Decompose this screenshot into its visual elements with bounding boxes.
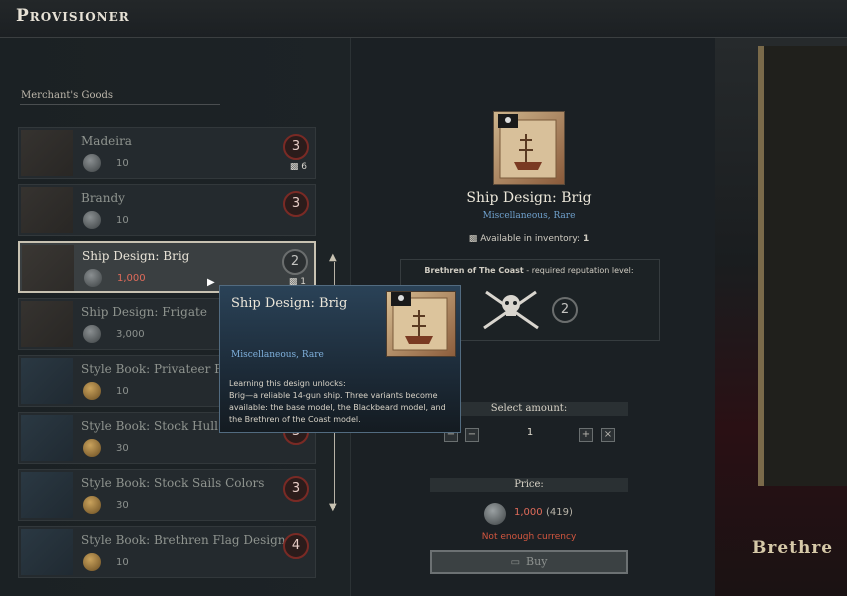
faction-name: Brethren of The Coast — [424, 266, 524, 275]
scroll-down-icon[interactable]: ▼ — [329, 502, 337, 513]
tooltip-description: Learning this design unlocks: Brig—a rel… — [229, 378, 453, 426]
silver-coin-icon — [84, 269, 102, 287]
item-name: Style Book: Stock Sails Colors — [81, 476, 265, 490]
gold-coin-icon — [83, 496, 101, 514]
item-price: 3,000 — [116, 329, 145, 340]
portrait-frame — [758, 46, 847, 486]
reputation-level-badge: 3 — [283, 191, 309, 217]
item-name: Ship Design: Frigate — [81, 305, 207, 319]
skull-crossed-swords-icon — [476, 284, 546, 334]
faction-banner: Brethre — [752, 538, 834, 558]
gold-coin-icon — [83, 382, 101, 400]
item-name: Brandy — [81, 191, 125, 205]
reputation-label: Brethren of The Coast - required reputat… — [400, 266, 658, 275]
list-item[interactable]: Style Book: Stock Sails Colors 30 3 — [18, 469, 316, 521]
decrease-quantity-button[interactable]: − — [465, 428, 479, 442]
item-price: 10 — [116, 386, 129, 397]
silver-coin-icon — [83, 211, 101, 229]
blueprint-icon — [22, 245, 74, 291]
book-icon — [21, 529, 73, 575]
tooltip-rarity: Miscellaneous, Rare — [231, 350, 324, 360]
price-value: 1,000 — [514, 507, 543, 518]
book-icon — [21, 358, 73, 404]
item-price: 10 — [116, 557, 129, 568]
inventory-count: ▩ 6 — [290, 162, 307, 172]
item-price: 10 — [116, 215, 129, 226]
page-title: Provisioner — [16, 6, 130, 26]
item-price: 10 — [116, 158, 129, 169]
item-price: 1,000 — [117, 273, 146, 284]
reputation-level-badge: 2 — [552, 297, 578, 323]
item-name: Ship Design: Brig — [82, 249, 190, 263]
inventory-value: 1 — [582, 234, 590, 244]
ship-design-image — [493, 111, 565, 185]
book-icon — [21, 472, 73, 518]
price-label: Price: — [430, 478, 628, 492]
barrel-icon — [21, 187, 73, 233]
gold-coin-icon — [83, 439, 101, 457]
reputation-level-badge: 4 — [283, 533, 309, 559]
reputation-text: - required reputation level: — [523, 266, 634, 275]
blueprint-icon — [21, 301, 73, 347]
list-item[interactable]: Brandy 10 3 — [18, 184, 316, 236]
tooltip-description-heading: Learning this design unlocks: — [229, 379, 346, 388]
item-price: 30 — [116, 500, 129, 511]
section-label: Merchant's Goods — [21, 90, 114, 101]
silver-coin-icon — [484, 503, 506, 525]
buy-label: Buy — [526, 555, 548, 568]
inventory-label: Available in inventory: — [480, 234, 583, 244]
quantity-input[interactable]: 1 — [500, 427, 560, 438]
item-rarity: Miscellaneous, Rare — [482, 211, 576, 221]
item-name: Style Book: Brethren Flag Designs — [81, 533, 292, 547]
gold-coin-icon — [83, 553, 101, 571]
bottle-icon — [21, 130, 73, 176]
reputation-level-badge: 2 — [282, 249, 308, 275]
list-item[interactable]: Madeira 10 3 ▩ 6 — [18, 127, 316, 179]
section-divider — [20, 104, 220, 105]
item-name: Style Book: Privateer Fla — [81, 362, 234, 376]
silver-coin-icon — [83, 325, 101, 343]
tooltip-ship-design-image — [386, 291, 456, 357]
list-item[interactable]: Style Book: Brethren Flag Designs 10 4 — [18, 526, 316, 578]
scroll-up-icon[interactable]: ▲ — [329, 252, 337, 263]
reputation-level-badge: 3 — [283, 134, 309, 160]
increase-quantity-button[interactable]: + — [579, 428, 593, 442]
tooltip-title: Ship Design: Brig — [231, 296, 348, 311]
not-enough-currency-warning: Not enough currency — [481, 532, 577, 542]
silver-coin-icon — [83, 154, 101, 172]
inventory-value: 6 — [301, 162, 307, 172]
item-title: Ship Design: Brig — [466, 190, 592, 206]
mouse-cursor-icon: ▶ — [207, 277, 215, 288]
tooltip-description-body: Brig—a reliable 14-gun ship. Three varia… — [229, 391, 446, 424]
buy-button[interactable]: ▭ Buy — [430, 550, 628, 574]
inventory-count: ▩ Available in inventory: 1 — [400, 234, 658, 244]
item-price: 30 — [116, 443, 129, 454]
item-name: Style Book: Stock Hull C — [81, 419, 231, 433]
item-name: Madeira — [81, 134, 132, 148]
book-icon — [21, 415, 73, 461]
inventory-icon: ▩ — [289, 162, 302, 172]
max-quantity-button[interactable]: × — [601, 428, 615, 442]
inventory-icon: ▩ — [468, 234, 478, 244]
keyboard-key-icon: ▭ — [510, 557, 521, 568]
reputation-level-badge: 3 — [283, 476, 309, 502]
currency-owned: (419) — [546, 507, 573, 518]
